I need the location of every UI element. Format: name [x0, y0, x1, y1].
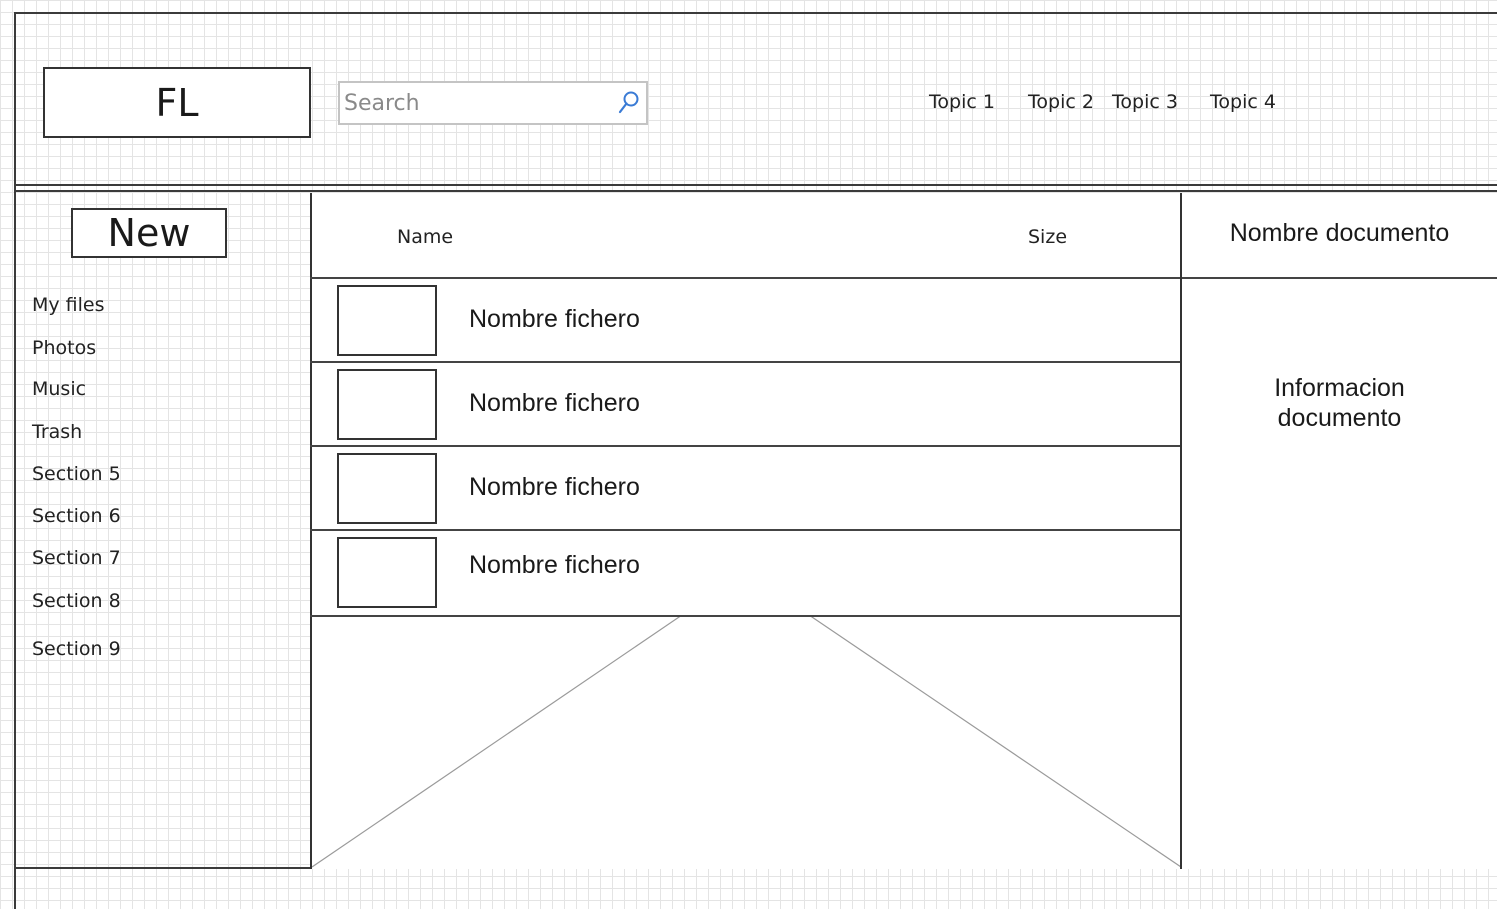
file-thumbnail: [337, 285, 437, 356]
sidebar-item-trash[interactable]: Trash: [32, 421, 82, 447]
document-info: Informacion documento: [1274, 374, 1405, 432]
header-bottom-border: [15, 184, 1497, 186]
file-thumbnail: [337, 453, 437, 524]
left-frame-border: [14, 12, 16, 909]
file-row[interactable]: Nombre fichero: [310, 529, 1181, 617]
content-top-border: [15, 190, 1497, 192]
sidebar-item-section-6[interactable]: Section 6: [32, 505, 121, 531]
new-button[interactable]: New: [71, 208, 227, 258]
column-header-size[interactable]: Size: [1028, 226, 1067, 248]
topic-3-link[interactable]: Topic 3: [1112, 91, 1178, 117]
column-header-name[interactable]: Name: [397, 226, 453, 248]
file-row[interactable]: Nombre fichero: [310, 361, 1181, 445]
file-row[interactable]: Nombre fichero: [310, 277, 1181, 361]
file-name: Nombre fichero: [469, 473, 640, 501]
file-name: Nombre fichero: [469, 305, 640, 333]
document-detail-panel: Nombre documento Informacion documento: [1180, 193, 1497, 869]
topic-4-link[interactable]: Topic 4: [1210, 91, 1276, 117]
detail-divider: [1182, 277, 1497, 279]
file-thumbnail: [337, 537, 437, 608]
image-placeholder: [312, 615, 1181, 868]
file-row[interactable]: Nombre fichero: [310, 445, 1181, 529]
search-box[interactable]: [338, 81, 648, 125]
search-input[interactable]: [344, 87, 606, 119]
header-top-border: [15, 12, 1497, 14]
sidebar-item-music[interactable]: Music: [32, 378, 86, 404]
logo-text: FL: [155, 80, 199, 125]
topic-1-link[interactable]: Topic 1: [929, 91, 995, 117]
file-name: Nombre fichero: [469, 389, 640, 417]
search-icon[interactable]: [614, 89, 642, 117]
sidebar-item-section-5[interactable]: Section 5: [32, 463, 121, 489]
file-thumbnail: [337, 369, 437, 440]
document-title: Nombre documento: [1229, 219, 1450, 247]
sidebar-item-section-8[interactable]: Section 8: [32, 590, 121, 616]
file-name: Nombre fichero: [469, 551, 640, 579]
logo: FL: [43, 67, 311, 138]
sidebar-item-section-9[interactable]: Section 9: [32, 638, 121, 664]
sidebar-item-photos[interactable]: Photos: [32, 337, 96, 363]
sidebar-item-my-files[interactable]: My files: [32, 294, 105, 320]
topic-2-link[interactable]: Topic 2: [1028, 91, 1094, 117]
sidebar-item-section-7[interactable]: Section 7: [32, 547, 121, 573]
